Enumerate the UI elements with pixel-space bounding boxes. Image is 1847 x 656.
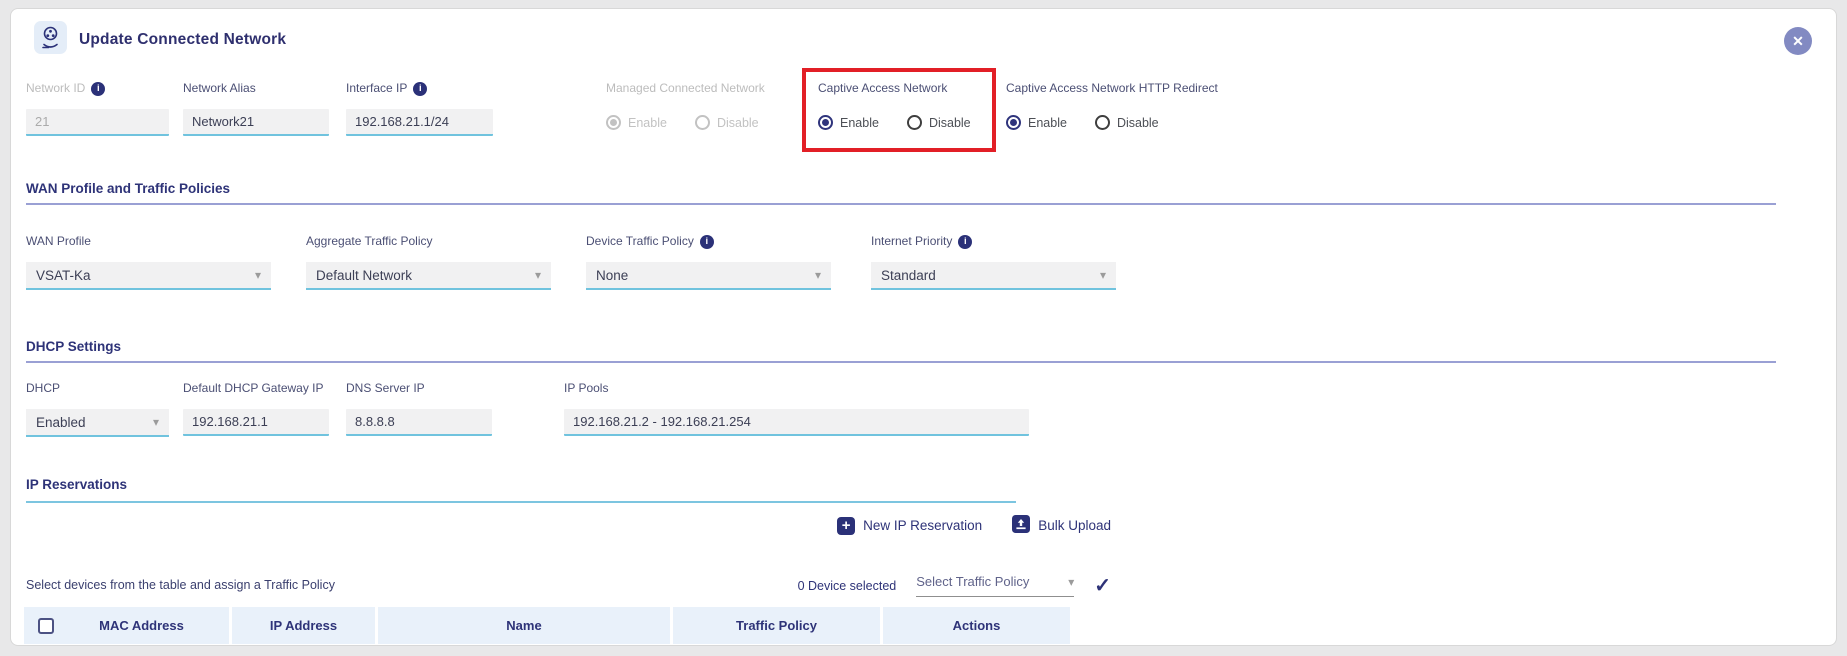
info-icon[interactable]: i: [91, 82, 105, 96]
chevron-down-icon: ▾: [1100, 269, 1106, 281]
name-header: Name: [378, 607, 670, 644]
managed-disable-radio: Disable: [695, 115, 759, 130]
update-network-dialog: Update Connected Network ✕ Network ID i …: [10, 8, 1837, 646]
radio-selected-icon: [606, 115, 621, 130]
page-title: Update Connected Network: [79, 31, 286, 49]
ip-pools-input[interactable]: [564, 409, 1029, 436]
wan-profile-label: WAN Profile: [26, 234, 271, 249]
gateway-ip-input[interactable]: [183, 409, 329, 436]
http-redirect-group: Captive Access Network HTTP Redirect Ena…: [1006, 81, 1216, 136]
network-identity-row: Network ID i Network Alias Interface IP …: [26, 81, 1216, 152]
chevron-down-icon: ▾: [815, 269, 821, 281]
dns-server-label: DNS Server IP: [346, 381, 492, 396]
captive-access-group: Captive Access Network Enable Disable: [818, 81, 980, 136]
info-icon[interactable]: i: [413, 82, 427, 96]
device-policy-select[interactable]: None ▾: [586, 262, 831, 290]
captive-disable-radio[interactable]: Disable: [907, 115, 971, 130]
internet-priority-field: Internet Priority i Standard ▾: [871, 234, 1116, 290]
ip-address-header: IP Address: [232, 607, 375, 644]
wan-profile-select[interactable]: VSAT-Ka ▾: [26, 262, 271, 290]
chevron-down-icon: ▾: [535, 269, 541, 281]
interface-ip-field: Interface IP i: [346, 81, 493, 136]
checkmark-icon[interactable]: ✓: [1094, 576, 1111, 596]
mac-address-header: MAC Address: [24, 607, 229, 644]
gateway-ip-label: Default DHCP Gateway IP: [183, 381, 329, 396]
network-alias-field: Network Alias: [183, 81, 329, 136]
aggregate-policy-select[interactable]: Default Network ▾: [306, 262, 551, 290]
managed-network-label: Managed Connected Network: [606, 81, 784, 96]
chevron-down-icon: ▾: [255, 269, 261, 281]
captive-access-label: Captive Access Network: [818, 81, 980, 96]
upload-icon: [1012, 515, 1030, 536]
network-alias-input[interactable]: [183, 109, 329, 136]
wan-fields-row: WAN Profile VSAT-Ka ▾ Aggregate Traffic …: [26, 234, 1116, 290]
http-redirect-label: Captive Access Network HTTP Redirect: [1006, 81, 1216, 96]
radio-selected-icon: [1006, 115, 1021, 130]
actions-header: Actions: [883, 607, 1070, 644]
internet-priority-select[interactable]: Standard ▾: [871, 262, 1116, 290]
wan-section-title: WAN Profile and Traffic Policies: [26, 181, 1776, 205]
dhcp-fields-row: DHCP Enabled ▾ Default DHCP Gateway IP D…: [26, 381, 1029, 437]
network-id-input: [26, 109, 169, 136]
info-icon[interactable]: i: [958, 235, 972, 249]
chevron-down-icon: ▾: [153, 416, 159, 428]
close-icon[interactable]: ✕: [1784, 27, 1812, 55]
network-id-label: Network ID: [26, 81, 85, 96]
dns-server-input[interactable]: [346, 409, 492, 436]
radio-icon: [907, 115, 922, 130]
ip-pools-field: IP Pools: [564, 381, 1029, 437]
new-ip-reservation-button[interactable]: + New IP Reservation: [837, 517, 982, 535]
dhcp-select[interactable]: Enabled ▾: [26, 409, 169, 437]
radio-icon: [1095, 115, 1110, 130]
interface-ip-label: Interface IP: [346, 81, 407, 96]
redirect-enable-radio[interactable]: Enable: [1006, 115, 1067, 130]
plus-icon: +: [837, 517, 855, 535]
dns-server-field: DNS Server IP: [346, 381, 492, 437]
aggregate-policy-field: Aggregate Traffic Policy Default Network…: [306, 234, 551, 290]
device-toolbar: Select devices from the table and assign…: [26, 574, 1111, 597]
device-policy-label: Device Traffic Policy: [586, 234, 694, 249]
info-icon[interactable]: i: [700, 235, 714, 249]
select-all-checkbox[interactable]: [38, 618, 54, 634]
dhcp-section-title: DHCP Settings: [26, 339, 1776, 363]
captive-access-highlight: Captive Access Network Enable Disable: [802, 68, 996, 152]
reservation-actions-row: + New IP Reservation Bulk Upload: [26, 515, 1111, 536]
network-alias-label: Network Alias: [183, 81, 329, 96]
dhcp-label: DHCP: [26, 381, 169, 396]
wan-profile-field: WAN Profile VSAT-Ka ▾: [26, 234, 271, 290]
redirect-disable-radio[interactable]: Disable: [1095, 115, 1159, 130]
device-table-header: MAC Address IP Address Name Traffic Poli…: [24, 607, 1070, 644]
managed-network-group: Managed Connected Network Enable Disable: [606, 81, 784, 136]
managed-enable-radio: Enable: [606, 115, 667, 130]
connected-network-icon: [34, 21, 67, 59]
chevron-down-icon: ▾: [1068, 576, 1074, 588]
interface-ip-input[interactable]: [346, 109, 493, 136]
device-policy-field: Device Traffic Policy i None ▾: [586, 234, 831, 290]
gateway-ip-field: Default DHCP Gateway IP: [183, 381, 329, 437]
traffic-policy-select[interactable]: Select Traffic Policy ▾: [916, 574, 1074, 597]
device-selected-count: 0 Device selected: [798, 579, 897, 593]
internet-priority-label: Internet Priority: [871, 234, 952, 249]
ip-pools-label: IP Pools: [564, 381, 1029, 396]
dialog-header: Update Connected Network: [34, 21, 286, 59]
radio-icon: [695, 115, 710, 130]
radio-selected-icon: [818, 115, 833, 130]
bulk-upload-button[interactable]: Bulk Upload: [1012, 515, 1111, 536]
aggregate-policy-label: Aggregate Traffic Policy: [306, 234, 551, 249]
ip-reservations-title: IP Reservations: [26, 477, 1016, 503]
assign-policy-hint: Select devices from the table and assign…: [26, 574, 335, 592]
dhcp-field: DHCP Enabled ▾: [26, 381, 169, 437]
traffic-policy-header: Traffic Policy: [673, 607, 880, 644]
network-id-field: Network ID i: [26, 81, 169, 136]
captive-enable-radio[interactable]: Enable: [818, 115, 879, 130]
